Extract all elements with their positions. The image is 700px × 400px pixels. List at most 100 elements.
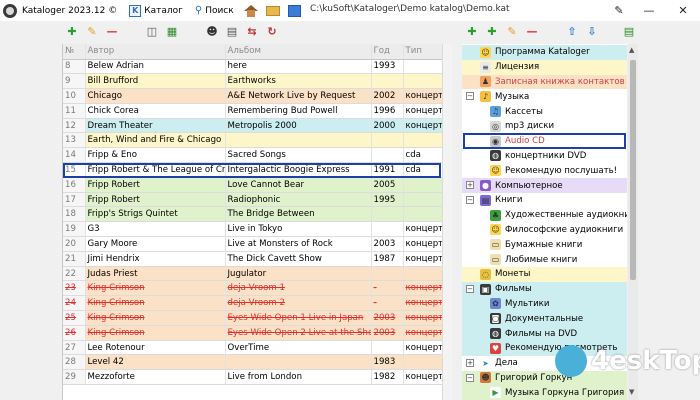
row-type[interactable]: [403, 206, 442, 223]
tree-scrollbar-thumb[interactable]: [630, 60, 636, 280]
table-row[interactable]: 12 Dream Theater Metropolis 2000 2000 концер…: [63, 118, 442, 134]
table-row[interactable]: 10 Chicago A&E Network Live by Request 2002…: [63, 88, 442, 104]
tree-node[interactable]: ♟ Записная книжка контактов: [462, 74, 627, 90]
pin-button[interactable]: ✎: [608, 0, 630, 21]
row-year[interactable]: 2003: [371, 310, 404, 326]
row-author[interactable]: King Crimson: [85, 325, 226, 341]
row-number[interactable]: 18: [63, 206, 86, 223]
column-header-type[interactable]: Тип: [403, 44, 442, 60]
tree-node[interactable]: + ● Компьютерное: [462, 178, 627, 193]
row-album[interactable]: Metropolis 2000: [225, 118, 372, 134]
row-type[interactable]: концертник: [403, 118, 442, 134]
row-number[interactable]: 9: [63, 73, 86, 90]
row-type[interactable]: концертник: [403, 369, 442, 386]
table-row[interactable]: 27Lee RotenourOverTime концертник: [63, 340, 442, 356]
row-album[interactable]: Live at Monsters of Rock: [225, 236, 372, 252]
column-header-year[interactable]: Год: [371, 44, 404, 60]
row-author[interactable]: King Crimson: [85, 310, 226, 326]
table-row[interactable]: 18 Fripp's Strigs Quintet The Bridge Betwe…: [63, 206, 442, 223]
table-row[interactable]: 28 Level 42 1983: [63, 354, 442, 371]
row-year[interactable]: [371, 73, 404, 90]
table-row[interactable]: 23King Crimsondeja Vroom 1-концертник: [63, 280, 442, 297]
row-number[interactable]: 16: [63, 177, 86, 193]
row-number[interactable]: 26: [63, 325, 86, 341]
row-album[interactable]: Radiophonic: [225, 192, 372, 208]
move-down-arrow-icon[interactable]: ⇩: [585, 25, 599, 39]
tree-delete-button[interactable]: —: [525, 25, 539, 39]
table-row[interactable]: 24King Crimsondeja Vroom 2-концертник: [63, 295, 442, 312]
menu-catalog[interactable]: K Каталог: [129, 4, 183, 17]
row-year[interactable]: [371, 147, 404, 164]
row-type[interactable]: концертник: [403, 325, 442, 341]
row-type[interactable]: [403, 177, 442, 193]
row-album[interactable]: OverTime: [225, 340, 372, 356]
row-album[interactable]: Earthworks: [225, 73, 372, 90]
row-year[interactable]: [371, 132, 404, 149]
expand-icon[interactable]: +: [466, 358, 474, 367]
row-number[interactable]: 19: [63, 221, 86, 238]
row-album[interactable]: The Bridge Between: [225, 206, 372, 223]
table-row[interactable]: 9 Bill Brufford Earthworks: [63, 73, 442, 90]
row-album[interactable]: [225, 132, 372, 149]
row-year[interactable]: 1991: [371, 162, 404, 178]
row-number[interactable]: 12: [63, 118, 86, 134]
row-type[interactable]: концертник: [403, 310, 442, 326]
row-year[interactable]: [371, 266, 404, 282]
tree-node[interactable]: ◍ концертники DVD: [462, 148, 627, 164]
row-number[interactable]: 14: [63, 147, 86, 164]
records-table[interactable]: № Автор Альбом Год Тип 8 Belew Adrian here…: [62, 44, 442, 400]
row-author[interactable]: Bill Brufford: [85, 73, 226, 90]
tree-node[interactable]: ▶ Музыка Горкуна Григория: [462, 385, 627, 400]
row-number[interactable]: 28: [63, 354, 86, 371]
expand-icon[interactable]: +: [466, 181, 474, 190]
row-author[interactable]: Mezzoforte: [85, 369, 226, 386]
row-author[interactable]: Earth, Wind and Fire & Chicago: [85, 132, 226, 149]
row-number[interactable]: 13: [63, 132, 86, 149]
table-row[interactable]: 15 Fripp Robert & The League of Cra Interg…: [63, 162, 442, 178]
row-type[interactable]: [403, 59, 442, 75]
row-author[interactable]: Fripp Robert: [85, 192, 226, 208]
tree-node[interactable]: ☺ Философские аудиокниги: [462, 222, 627, 238]
row-number[interactable]: 8: [63, 59, 86, 75]
row-type[interactable]: cda: [403, 162, 442, 178]
row-album[interactable]: Love Cannot Bear: [225, 177, 372, 193]
tree-node[interactable]: ◙ Документальные: [462, 311, 627, 327]
row-album[interactable]: [225, 354, 372, 371]
tree-node[interactable]: ◌ Монеты: [462, 267, 627, 282]
row-type[interactable]: концертник: [403, 340, 442, 356]
move-up-arrow-icon[interactable]: ⇧: [565, 25, 579, 39]
table-row[interactable]: 21 Jimi Hendrix The Dick Cavett Show 1987 ко…: [63, 251, 442, 267]
table-row[interactable]: 11 Chick Corea Remembering Bud Powell 1996 к…: [63, 103, 442, 119]
row-year[interactable]: [371, 206, 404, 223]
row-type[interactable]: концертник: [403, 236, 442, 252]
tree-edit-pencil-icon[interactable]: ✎: [505, 25, 519, 39]
row-year[interactable]: 2000: [371, 118, 404, 134]
row-author[interactable]: Fripp Robert & The League of Cra: [85, 162, 226, 178]
row-type[interactable]: [403, 132, 442, 149]
row-number[interactable]: 22: [63, 266, 86, 282]
tree-add-child-button[interactable]: ✚: [485, 25, 499, 39]
delete-button[interactable]: —: [105, 25, 119, 39]
row-album[interactable]: Live in Tokyo: [225, 221, 372, 238]
column-header-number[interactable]: №: [63, 44, 86, 60]
collapse-icon[interactable]: −: [466, 284, 474, 293]
tree-node[interactable]: ◎ mp3 диски: [462, 119, 627, 134]
row-album[interactable]: here: [225, 59, 372, 75]
row-year[interactable]: 2003: [371, 236, 404, 252]
table-row[interactable]: 25 King Crimson Eyes Wide Open 1 Live in J…: [63, 310, 442, 326]
row-type[interactable]: концертник: [403, 221, 442, 238]
row-album[interactable]: deja Vroom 2: [225, 295, 372, 312]
row-year[interactable]: -: [371, 280, 404, 297]
row-author[interactable]: King Crimson: [85, 295, 226, 312]
tree-view-icon[interactable]: ▤: [622, 25, 636, 39]
collapse-icon[interactable]: −: [466, 373, 474, 382]
refresh-icon[interactable]: ↻: [265, 25, 279, 39]
tree-node[interactable]: − ▤ Книги: [462, 193, 627, 208]
row-author[interactable]: Fripp's Strigs Quintet: [85, 206, 226, 223]
collapse-icon[interactable]: −: [466, 92, 474, 101]
row-album[interactable]: A&E Network Live by Request: [225, 88, 372, 104]
tree-node[interactable]: ♣ Художественные аудиокниги: [462, 207, 627, 223]
table-row[interactable]: 29MezzoforteLive from London1982концертн…: [63, 369, 442, 386]
row-album[interactable]: Live from London: [225, 369, 372, 386]
row-album[interactable]: Eyes Wide Open 2 Live at the Shepl: [225, 325, 372, 341]
